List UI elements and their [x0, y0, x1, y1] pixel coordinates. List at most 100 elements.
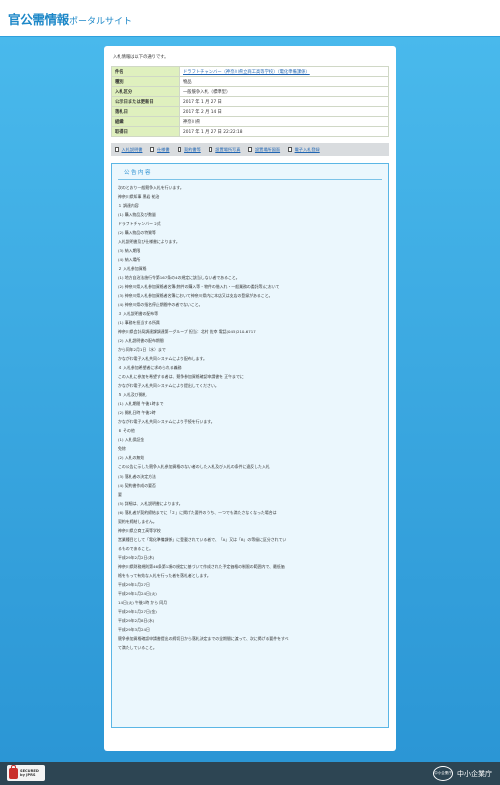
info-row-value: 2017 年 1 月 27 日: [179, 96, 389, 107]
document-links-bar: 入札説明書 仕様書 契約書等 設置場所写真 設置場所図面 電子入札登録: [111, 143, 389, 156]
info-row: 取得日 2017 年 1 月 27 日 22:22:18: [111, 126, 389, 137]
notice-line: 要: [118, 491, 122, 497]
secured-sublabel: by JPRS: [20, 773, 36, 777]
item-title-link[interactable]: ドラフトチャンバー（神奈川県立商工高等学校）（電化準備課係）: [183, 70, 310, 75]
notice-line: 平成29年3月24日: [118, 626, 150, 632]
secured-by-jprs-badge[interactable]: SECURED by JPRS: [7, 764, 45, 781]
intro-text: 入札情報は以下の通りです。: [113, 55, 169, 60]
notice-line: ドラフトチャンバー 2式: [118, 221, 161, 227]
info-row: 公示日または更新日 2017 年 1 月 27 日: [111, 96, 389, 107]
notice-line: (2) 神奈川県入札参加資格者名簿(物件の購入等・物件の借入れ・一般業務の委託等…: [118, 284, 280, 290]
notice-line: １ 調達内容: [118, 203, 139, 209]
notice-line: (1) 地方自治法施行令第167条の4の規定に該当しない者であること。: [118, 275, 240, 281]
notice-line: ４ 入札参加希望者に求められる義務: [118, 365, 182, 371]
logo-main-text: 官公需情報: [8, 12, 70, 27]
info-row: 落札日 2017 年 2 月 14 日: [111, 106, 389, 117]
document-link[interactable]: 電子入札登録: [288, 147, 320, 153]
info-row-value: 2017 年 1 月 27 日 22:22:18: [179, 126, 389, 137]
notice-line: 営業種目として「電化準備課係」に登載されている者で、「A」又は「B」の等級に区分…: [118, 536, 287, 542]
notice-line: (2) 購入物品の特質等: [118, 230, 156, 236]
info-row-value: 物品: [179, 76, 389, 87]
document-link-label: 契約書等: [184, 146, 201, 152]
notice-line: (4) 神奈川県の指名停止期間中の者でないこと。: [118, 302, 203, 308]
notice-line: (1) 購入物品及び数量: [118, 212, 156, 218]
notice-line: 平成29年1月24日(火): [118, 590, 157, 596]
bid-info-table: 件名 ドラフトチャンバー（神奈川県立商工高等学校）（電化準備課係） 種別 物品 入札区分…: [111, 66, 389, 137]
document-link-label: 電子入札登録: [294, 146, 320, 152]
notice-body: 次のとおり一般競争入札を行います。 神奈川県知事 黒岩 祐治 １ 調達内容 (1) 購…: [118, 183, 382, 652]
notice-line: (3) 落札者の決定方法: [118, 473, 156, 479]
notice-line: (6) 落札者が契約締結までに「２」に掲げた要件のうち、一つでも満たさなくなった…: [118, 509, 277, 515]
document-link[interactable]: 仕様書: [150, 146, 170, 153]
info-row: 組織 神奈川県: [111, 116, 389, 127]
document-icon: [115, 147, 119, 152]
info-row-label: 種別: [111, 76, 180, 87]
info-row: 種別 物品: [111, 76, 389, 87]
notice-line: 平成29年2月2日(木): [118, 554, 155, 560]
notice-line: 神奈川県会計局調達課調達第一グループ 担当：北村 佐幸 電話(045)210-6…: [118, 329, 256, 335]
site-footer: SECURED by JPRS 中小企業庁 中小企業庁: [0, 762, 500, 785]
document-icon: [288, 147, 292, 152]
info-row-label: 落札日: [111, 106, 180, 117]
site-logo[interactable]: 官公需情報ポータルサイト: [8, 9, 132, 28]
notice-line: (3) 神奈川県入札参加資格者名簿において神奈川県内に本店又は支店の登録があるこ…: [118, 293, 273, 299]
notice-line: 神奈川県財務規則第46条第1項の規定に基づいて作成された予定価格の制限の範囲内で…: [118, 563, 285, 569]
notice-line: (1) 事務を担当する所属: [118, 320, 160, 326]
notice-line: て満たしていること。: [118, 644, 157, 650]
info-row-label: 入札区分: [111, 86, 180, 97]
notice-line: ３ 入札説明書の配布等: [118, 311, 159, 317]
notice-line: (1) 入札期間 午後1時まで: [118, 401, 164, 407]
info-row-label: 取得日: [111, 126, 180, 137]
notice-line: (4) 納入場所: [118, 257, 141, 263]
notice-line: 平成29年1月27日: [118, 581, 150, 587]
notice-line: 神奈川県知事 黒岩 祐治: [118, 194, 160, 200]
notice-line: 平成29年2月8日(水): [118, 617, 155, 623]
site-header: 官公需情報ポータルサイト: [0, 0, 500, 37]
document-icon: [177, 147, 182, 152]
content-card: 入札情報は以下の通りです。 件名 ドラフトチャンバー（神奈川県立商工高等学校）（電…: [104, 46, 396, 751]
notice-line: (2) 入札説明書の配布期間: [118, 338, 164, 344]
notice-line: ５ 入札及び開札: [118, 392, 147, 398]
notice-line: 入札説明書及び仕様書によります。: [118, 239, 180, 245]
notice-line: (1) 入札保証金: [118, 437, 145, 443]
notice-line: から同年2月1日（水）まで: [118, 347, 166, 353]
sme-agency-text: 中小企業庁: [457, 769, 492, 778]
notice-line: この公告に示した競争入札参加資格のない者のした入札及び入札の条件に違反した入札: [118, 464, 270, 470]
document-link[interactable]: 設置場所写真: [208, 146, 241, 153]
notice-line: ６ その他: [118, 428, 135, 434]
notice-line: (4) 契約書作成の要否: [118, 482, 156, 488]
document-icon: [248, 147, 252, 152]
info-row-value: ドラフトチャンバー（神奈川県立商工高等学校）（電化準備課係）: [179, 66, 389, 77]
document-link-label: 設置場所写真: [215, 146, 241, 152]
document-link-label: 仕様書: [156, 146, 170, 152]
info-row-value: 一般競争入札（標準型）: [179, 86, 389, 97]
notice-line: かながわ電子入札共同システムにより配布します。: [118, 356, 207, 362]
notice-line: この入札に参加を希望する者は、競争参加資格確認申請書を 正午までに: [118, 374, 244, 380]
notice-line: 平成29年1月27日(金): [118, 608, 157, 614]
info-row-label: 組織: [111, 116, 180, 127]
document-icon: [150, 147, 154, 152]
notice-line: 契約を締結しません。: [118, 518, 157, 524]
notice-line: 格をもって有効な入札を行った者を落札者とします。: [118, 572, 211, 578]
notice-line: (2) 開札日時 午後2時: [118, 410, 156, 416]
notice-line: かながわ電子入札共同システムにより手続を行います。: [118, 419, 215, 425]
document-link-label: 設置場所図面: [254, 146, 281, 152]
notice-line: 次のとおり一般競争入札を行います。: [118, 185, 184, 190]
document-link[interactable]: 契約書等: [177, 146, 201, 153]
notice-line: 神奈川県立商工高等学校: [118, 527, 161, 533]
notice-line: (5) 詳細は、入札説明書によります。: [118, 500, 183, 506]
info-row-label: 件名: [111, 66, 180, 77]
sme-agency-logo[interactable]: 中小企業庁 中小企業庁: [433, 766, 492, 781]
document-link[interactable]: 入札説明書: [115, 147, 142, 153]
notice-title: 公告内容: [118, 168, 382, 180]
notice-line: るものであること。: [118, 545, 153, 551]
info-row-value: 神奈川県: [179, 116, 389, 127]
info-row: 件名 ドラフトチャンバー（神奈川県立商工高等学校）（電化準備課係）: [111, 66, 389, 77]
notice-line: (2) 入札の無効: [118, 455, 145, 461]
sme-mark-icon: 中小企業庁: [433, 766, 453, 781]
notice-line: (3) 納入期限: [118, 248, 141, 254]
info-row-value: 2017 年 2 月 14 日: [179, 106, 389, 117]
info-row-label: 公示日または更新日: [111, 96, 180, 107]
notice-line: かながわ電子入札共同システムにより提出してください。: [118, 383, 219, 389]
document-link[interactable]: 設置場所図面: [248, 147, 280, 153]
